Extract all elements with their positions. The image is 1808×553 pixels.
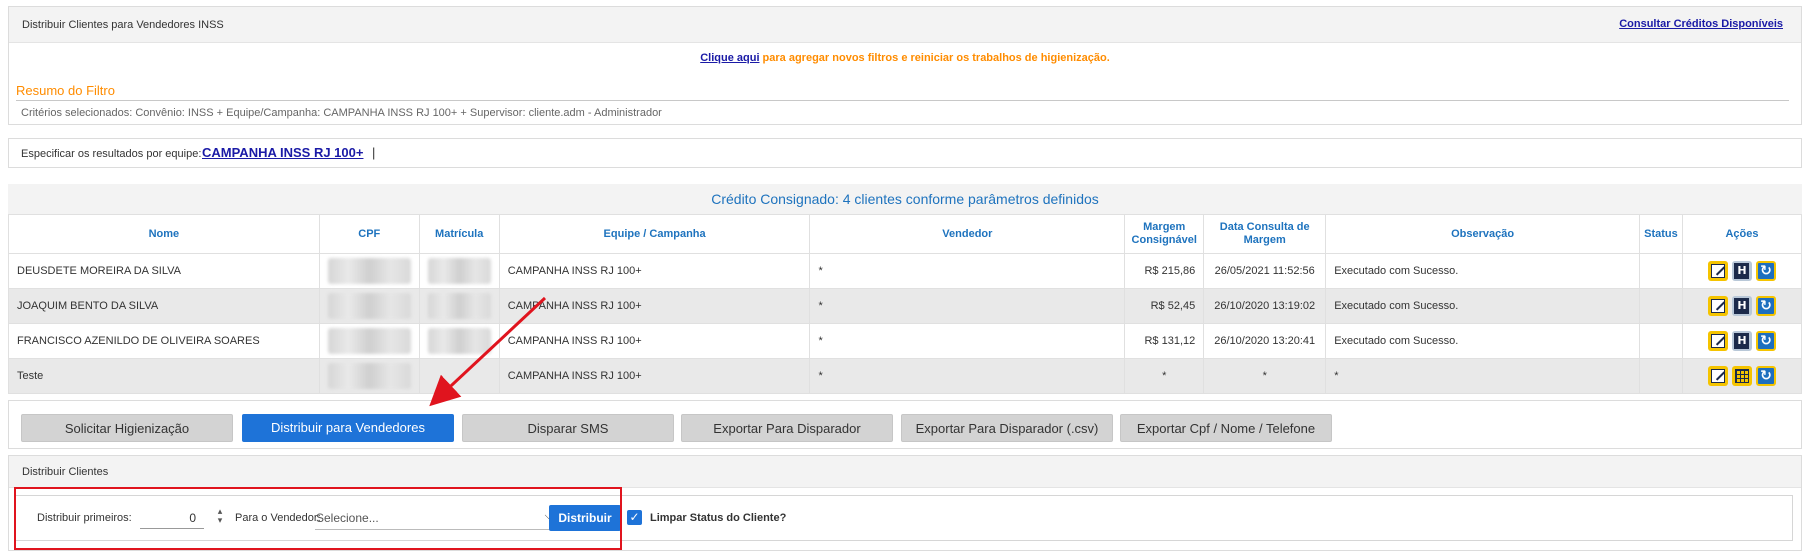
annotation-arrow-icon (429, 296, 547, 407)
page: Distribuir Clientes para Vendedores INSS… (0, 0, 1808, 553)
